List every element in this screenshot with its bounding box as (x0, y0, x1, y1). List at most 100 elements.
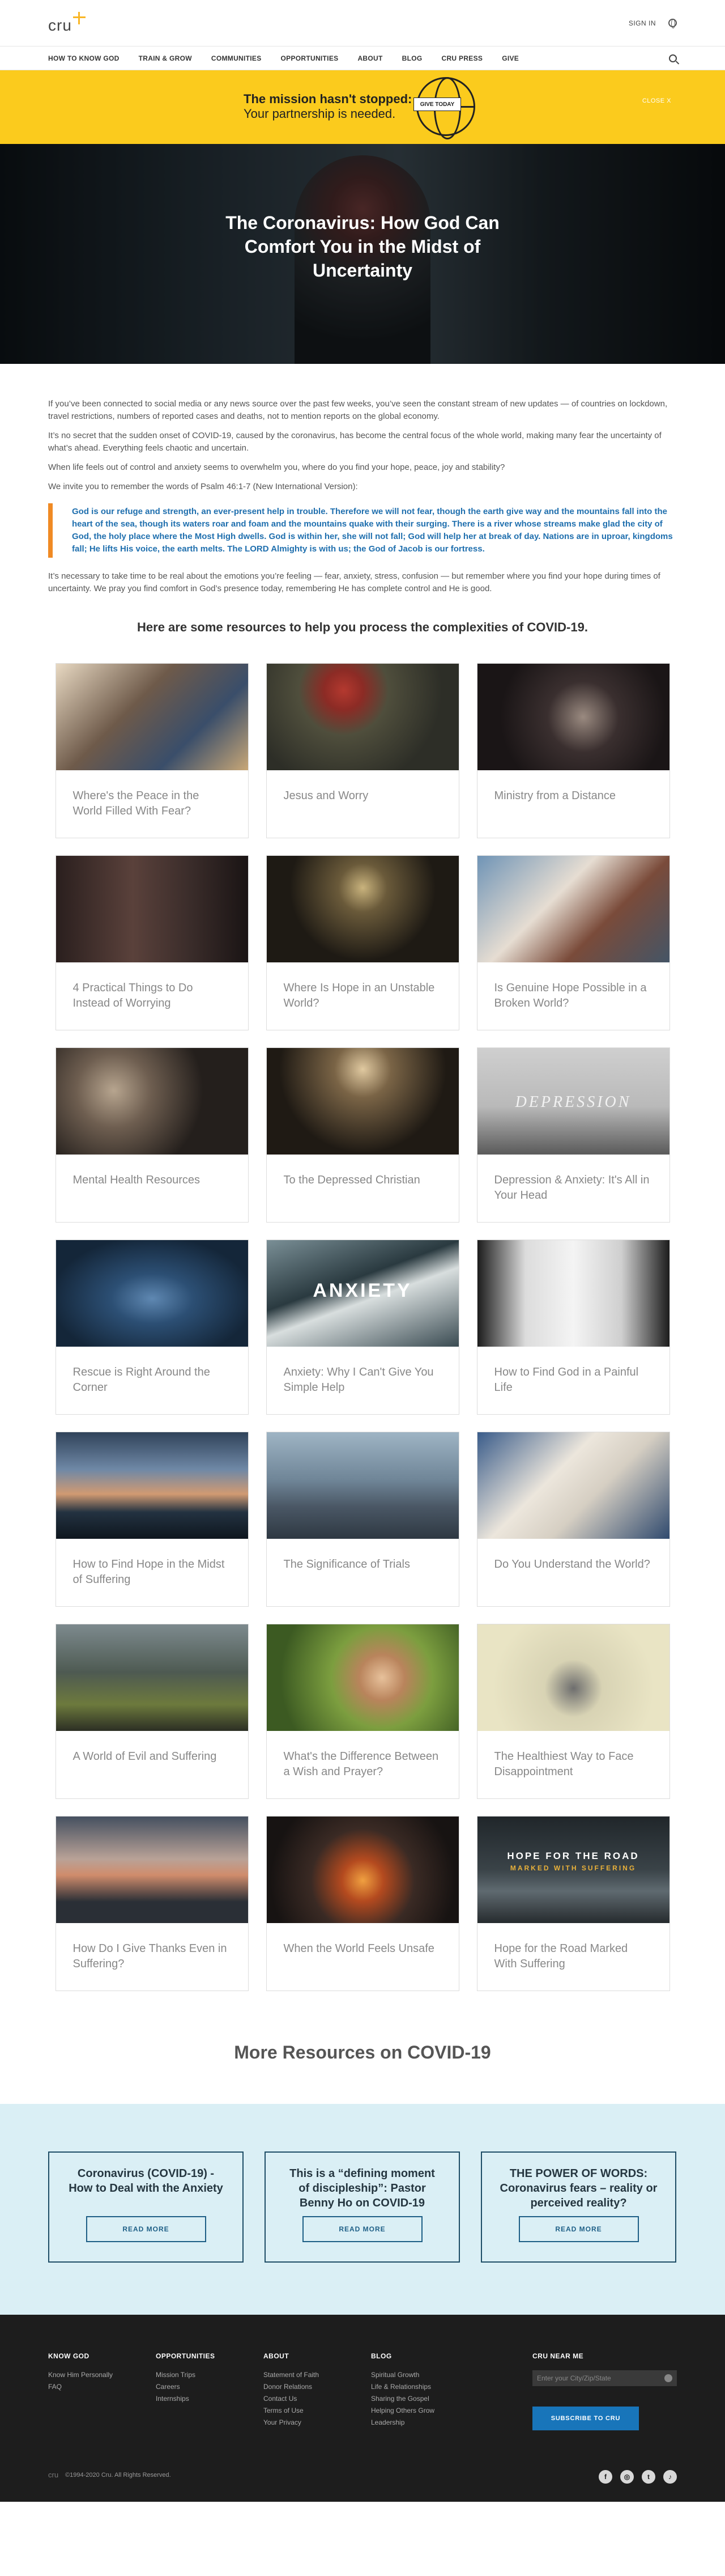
nav-item-communities[interactable]: COMMUNITIES (211, 54, 262, 62)
resource-card[interactable]: The Healthiest Way to Face Disappointmen… (476, 1624, 670, 1799)
read-more-button[interactable]: READ MORE (86, 2216, 206, 2242)
resource-card[interactable]: The Significance of Trials (266, 1432, 459, 1607)
resource-card[interactable]: A World of Evil and Suffering (55, 1624, 249, 1799)
card-thumbnail (56, 1432, 248, 1539)
nav-item-cru-press[interactable]: CRU PRESS (441, 54, 483, 62)
footer-link[interactable]: Sharing the Gospel (371, 2393, 479, 2405)
card-thumbnail (477, 1432, 669, 1539)
footer-link[interactable]: FAQ (48, 2381, 156, 2393)
card-thumbnail (56, 1817, 248, 1923)
resource-card[interactable]: HOPE FOR THE ROAD MARKED WITH SUFFERING Ho… (476, 1816, 670, 1991)
card-thumbnail: HOPE FOR THE ROAD MARKED WITH SUFFERING (477, 1817, 669, 1923)
search-icon[interactable] (669, 54, 677, 62)
resource-card[interactable]: How to Find Hope in the Midst of Sufferi… (55, 1432, 249, 1607)
resource-card[interactable]: ANXIETY Anxiety: Why I Can't Give You Sim… (266, 1240, 459, 1415)
top-header: cru SIGN IN (0, 0, 725, 46)
card-title: How Do I Give Thanks Even in Suffering? (72, 1942, 227, 1970)
banner-close-button[interactable]: CLOSE X (642, 97, 671, 104)
scripture-quote: God is our refuge and strength, an ever-… (48, 503, 677, 558)
card-title: Jesus and Worry (283, 790, 369, 802)
card-thumbnail (56, 856, 248, 962)
sign-in-link[interactable]: SIGN IN (629, 19, 656, 27)
feature-band: Coronavirus (COVID-19) - How to Deal wit… (0, 2104, 725, 2315)
footer-link[interactable]: Mission Trips (156, 2369, 263, 2381)
resources-heading: Here are some resources to help you proc… (137, 620, 588, 634)
facebook-icon[interactable]: f (599, 2470, 612, 2484)
near-me-heading: CRU NEAR ME (532, 2352, 584, 2360)
subscribe-button[interactable]: SUBSCRIBE TO CRU (532, 2407, 639, 2430)
footer-link[interactable]: Know Him Personally (48, 2369, 156, 2381)
feature-card: THE POWER OF WORDS: Coronavirus fears – … (481, 2151, 676, 2263)
footer-link[interactable]: Internships (156, 2393, 263, 2405)
card-thumbnail (477, 856, 669, 962)
resource-card[interactable]: DEPRESSION Depression & Anxiety: It's All… (476, 1047, 670, 1223)
resource-card[interactable]: Where Is Hope in an Unstable World? (266, 855, 459, 1030)
give-today-button[interactable]: GIVE TODAY (413, 97, 461, 111)
footer-link[interactable]: Leadership (371, 2417, 479, 2429)
social-links: f ◎ t ♪ (599, 2470, 677, 2484)
footer-logo: cru (48, 2471, 59, 2479)
resource-card[interactable]: Rescue is Right Around the Corner (55, 1240, 249, 1415)
cru-logo[interactable]: cru (48, 11, 86, 35)
instagram-icon[interactable]: ◎ (620, 2470, 634, 2484)
footer-link[interactable]: Helping Others Grow (371, 2405, 479, 2417)
card-title: Anxiety: Why I Can't Give You Simple Hel… (283, 1366, 434, 1394)
nav-item-give[interactable]: GIVE (502, 54, 519, 62)
resource-card[interactable]: When the World Feels Unsafe (266, 1816, 459, 1991)
resource-card[interactable]: To the Depressed Christian (266, 1047, 459, 1223)
resource-card[interactable]: Jesus and Worry (266, 663, 459, 838)
logo-cross-icon (72, 11, 86, 24)
resource-card[interactable]: How Do I Give Thanks Even in Suffering? (55, 1816, 249, 1991)
resource-card[interactable]: How to Find God in a Painful Life (476, 1240, 670, 1415)
nav-item-about[interactable]: ABOUT (357, 54, 382, 62)
quote-text: God is our refuge and strength, an ever-… (72, 507, 673, 554)
resource-card[interactable]: Is Genuine Hope Possible in a Broken Wor… (476, 855, 670, 1030)
resource-card[interactable]: 4 Practical Things to Do Instead of Worr… (55, 855, 249, 1030)
footer-link[interactable]: Contact Us (263, 2393, 371, 2405)
feature-title: THE POWER OF WORDS: Coronavirus fears – … (500, 2167, 658, 2209)
card-thumbnail (477, 1624, 669, 1731)
footer-link[interactable]: Your Privacy (263, 2417, 371, 2429)
logo-text: cru (48, 16, 72, 34)
footer-link[interactable]: Statement of Faith (263, 2369, 371, 2381)
card-title: What's the Difference Between a Wish and… (283, 1750, 439, 1778)
footer-heading: ABOUT (263, 2352, 289, 2360)
nav-item-train-grow[interactable]: TRAIN & GROW (139, 54, 192, 62)
read-more-button[interactable]: READ MORE (302, 2216, 423, 2242)
location-input[interactable]: Enter your City/Zip/State (532, 2370, 677, 2386)
thumb-text-depression: DEPRESSION (515, 1093, 632, 1111)
nav-item-how-to-know-god[interactable]: HOW TO KNOW GOD (48, 54, 120, 62)
globe-icon[interactable] (668, 19, 677, 28)
card-title: Ministry from a Distance (494, 790, 616, 802)
card-title: How to Find Hope in the Midst of Sufferi… (72, 1558, 225, 1586)
nav-item-opportunities[interactable]: OPPORTUNITIES (281, 54, 339, 62)
card-title: Is Genuine Hope Possible in a Broken Wor… (494, 982, 647, 1009)
locate-icon[interactable] (664, 2374, 672, 2382)
card-thumbnail (266, 1624, 459, 1731)
card-thumbnail (266, 1817, 459, 1923)
resource-card[interactable]: What's the Difference Between a Wish and… (266, 1624, 459, 1799)
footer-link[interactable]: Terms of Use (263, 2405, 371, 2417)
card-title: Rescue is Right Around the Corner (72, 1366, 210, 1394)
banner-text: The mission hasn't stopped: Your partner… (244, 92, 412, 121)
feature-card: Coronavirus (COVID-19) - How to Deal wit… (48, 2151, 244, 2263)
article-paragraph: It’s no secret that the sudden onset of … (48, 431, 662, 453)
resource-card[interactable]: Where's the Peace in the World Filled Wi… (55, 663, 249, 838)
header-actions: SIGN IN (629, 19, 677, 28)
footer-link[interactable]: Spiritual Growth (371, 2369, 479, 2381)
footer-link[interactable]: Donor Relations (263, 2381, 371, 2393)
card-thumbnail (56, 1048, 248, 1155)
resource-card[interactable]: Mental Health Resources (55, 1047, 249, 1223)
read-more-button[interactable]: READ MORE (518, 2216, 639, 2242)
footer-link[interactable]: Careers (156, 2381, 263, 2393)
footer-link[interactable]: Life & Relationships (371, 2381, 479, 2393)
resource-card[interactable]: Ministry from a Distance (476, 663, 670, 838)
twitter-icon[interactable]: t (642, 2470, 655, 2484)
card-thumbnail (266, 1048, 459, 1155)
card-title: Where Is Hope in an Unstable World? (283, 982, 435, 1009)
card-title: Mental Health Resources (72, 1174, 201, 1186)
tiktok-icon[interactable]: ♪ (663, 2470, 677, 2484)
nav-item-blog[interactable]: BLOG (402, 54, 423, 62)
resource-card[interactable]: Do You Understand the World? (476, 1432, 670, 1607)
cru-near-me: CRU NEAR ME Enter your City/Zip/State (532, 2352, 677, 2386)
